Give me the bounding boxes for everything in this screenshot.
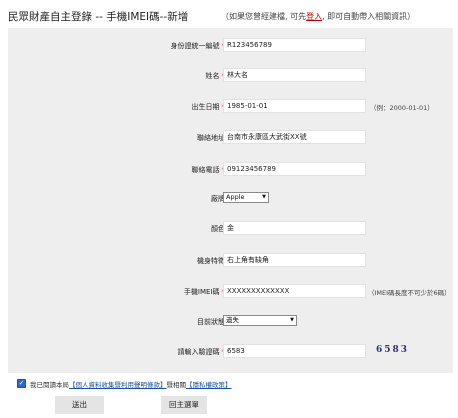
row-color: 顏色 金 (8, 221, 453, 241)
imei-length-note: （IMEI碼長度不可少於6碼） (368, 289, 451, 297)
address-input[interactable]: 台南市永康區大武街XX號 (223, 130, 366, 144)
birthdate-example-note: （例：2000-01-01） (370, 104, 434, 112)
chevron-down-icon: ▼ (290, 317, 294, 323)
row-status: 目前狀態 遺失 ▼ (8, 314, 453, 334)
login-hint: （如果您曾經建檔, 可先登入, 即可自動帶入相關資訊） (221, 11, 415, 22)
name-input[interactable]: 林大名 (223, 68, 366, 82)
login-link[interactable]: 登入 (306, 12, 322, 21)
privacy-policy-link[interactable]: 【隱私權政策】 (186, 381, 232, 389)
registration-form: 身份證統一編號* R123456789 姓名* 林大名 出生日期* 1985-0… (8, 28, 453, 373)
captcha-label: 請輸入驗證碼* (178, 347, 226, 357)
features-label: 機身特徵 (197, 257, 225, 265)
chevron-down-icon: ▼ (262, 194, 266, 200)
phone-input[interactable]: 09123456789 (223, 162, 366, 176)
hint-suffix: , 即可自動帶入相關資訊） (322, 12, 416, 21)
address-label: 聯絡地址 (197, 134, 225, 142)
agreement-text: 我已閱讀本局【個人資料收集暨利用聲明條款】暨相關【隱私權政策】 (30, 381, 232, 389)
back-to-menu-button[interactable]: 回主選單 (161, 396, 207, 414)
status-selected-value: 遺失 (226, 316, 239, 324)
page-title: 民眾財產自主登錄 -- 手機IMEI碼--新增 (8, 11, 189, 23)
status-select[interactable]: 遺失 ▼ (223, 315, 297, 326)
brand-selected-value: Apple (226, 193, 245, 201)
id-number-input[interactable]: R123456789 (223, 38, 366, 52)
imei-label: 手機IMEI碼* (184, 287, 225, 297)
agreement-checkbox[interactable]: ✓ (17, 379, 26, 388)
features-input[interactable]: 右上角有缺角 (223, 253, 366, 267)
checkmark-icon: ✓ (18, 379, 25, 387)
row-name: 姓名* 林大名 (8, 68, 453, 88)
birthdate-label: 出生日期* (192, 102, 226, 112)
row-captcha: 請輸入驗證碼* 6583 6583 (8, 344, 453, 364)
submit-button[interactable]: 送出 (55, 396, 104, 414)
privacy-collection-terms-link[interactable]: 【個人資料收集暨利用聲明條款】 (69, 381, 167, 389)
row-id-number: 身份證統一編號* R123456789 (8, 38, 453, 58)
page-header: 民眾財產自主登錄 -- 手機IMEI碼--新增 （如果您曾經建檔, 可先登入, … (8, 8, 454, 26)
captcha-image: 6583 (376, 345, 410, 355)
row-imei: 手機IMEI碼* XXXXXXXXXXXXX （IMEI碼長度不可少於6碼） (8, 284, 453, 304)
hint-prefix: （如果您曾經建檔, 可先 (221, 12, 307, 21)
phone-label: 聯絡電話* (192, 165, 226, 175)
color-input[interactable]: 金 (223, 221, 366, 235)
row-address: 聯絡地址 台南市永康區大武街XX號 (8, 130, 453, 150)
brand-select[interactable]: Apple ▼ (223, 192, 269, 203)
imei-input[interactable]: XXXXXXXXXXXXX (223, 284, 366, 298)
row-features: 機身特徵 右上角有缺角 (8, 253, 453, 273)
row-phone: 聯絡電話* 09123456789 (8, 162, 453, 182)
birthdate-input[interactable]: 1985-01-01 (223, 99, 366, 113)
id-number-label: 身份證統一編號* (171, 41, 226, 51)
captcha-input[interactable]: 6583 (223, 344, 366, 358)
row-brand: 廠牌 Apple ▼ (8, 191, 453, 211)
status-label: 目前狀態 (197, 318, 225, 326)
row-birthdate: 出生日期* 1985-01-01 （例：2000-01-01） (8, 99, 453, 119)
